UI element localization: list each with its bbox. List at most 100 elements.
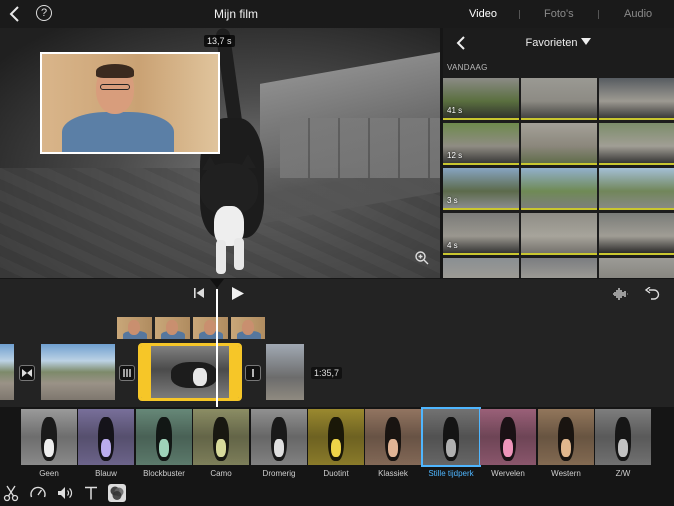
playhead-timecode: 13,7 s: [204, 35, 235, 47]
media-thumbnail[interactable]: [599, 123, 674, 165]
favorite-bar: [443, 118, 519, 120]
filter-option[interactable]: Klassiek: [365, 409, 421, 481]
zoom-icon[interactable]: [414, 250, 430, 266]
album-title: Favorieten: [525, 37, 578, 49]
filter-preview: [193, 409, 249, 465]
clip-thumbnail[interactable]: [0, 344, 14, 400]
filter-preview: [21, 409, 77, 465]
selected-clip[interactable]: [138, 343, 242, 401]
favorite-bar: [521, 208, 597, 210]
top-bar: ? Mijn film Video Foto's Audio: [0, 0, 674, 28]
section-header: VANDAAG: [447, 63, 488, 72]
pip-person-shirt: [62, 112, 174, 152]
transition-icon: [22, 369, 32, 377]
filter-option[interactable]: Western: [538, 409, 594, 481]
media-thumbnail[interactable]: [521, 168, 597, 210]
favorite-bar: [599, 163, 674, 165]
favorite-bar: [521, 163, 597, 165]
clip-cat-chest: [193, 368, 207, 386]
thumbnail-duration: 3 s: [447, 196, 458, 205]
pip-frame: [155, 317, 190, 339]
media-thumbnail[interactable]: [443, 258, 519, 278]
trim-handle-right[interactable]: [229, 346, 239, 398]
filter-preview: [421, 407, 481, 467]
media-tabs: Video Foto's Audio: [444, 0, 674, 28]
playhead-marker[interactable]: [210, 279, 224, 288]
project-duration: 1:35,7: [311, 367, 343, 379]
timeline-controls: [0, 279, 674, 305]
pip-person-glasses: [100, 84, 130, 90]
transition-icon: [123, 369, 131, 377]
album-dropdown[interactable]: Favorieten: [443, 37, 674, 49]
viewer-wall-bricks: [280, 118, 440, 178]
filter-option[interactable]: Geen: [21, 409, 77, 481]
filter-option[interactable]: Z/W: [595, 409, 651, 481]
tab-video[interactable]: Video: [469, 8, 497, 20]
video-viewer[interactable]: 13,7 s: [0, 28, 440, 278]
play-icon[interactable]: [231, 286, 245, 301]
media-thumbnail[interactable]: [599, 258, 674, 278]
filter-preview: [251, 409, 307, 465]
filter-preview: [595, 409, 651, 465]
thumbnail-duration: 41 s: [447, 106, 463, 115]
volume-icon[interactable]: [56, 484, 74, 502]
thumbnail-duration: 4 s: [447, 241, 458, 250]
playhead-line: [216, 289, 218, 407]
title-text-icon[interactable]: [82, 484, 100, 502]
transition-button[interactable]: [19, 365, 35, 381]
filter-option[interactable]: Dromerig: [251, 409, 307, 481]
media-thumbnail[interactable]: [599, 213, 674, 255]
picture-in-picture-overlay[interactable]: [40, 52, 220, 154]
media-thumbnail[interactable]: [521, 213, 597, 255]
pip-clip-track[interactable]: [117, 317, 265, 339]
favorite-bar: [599, 208, 674, 210]
media-thumbnail[interactable]: 4 s: [443, 213, 519, 255]
tab-divider: [598, 10, 599, 19]
favorite-bar: [599, 118, 674, 120]
clip-thumbnail[interactable]: [266, 344, 304, 400]
clip-thumbnail[interactable]: [41, 344, 115, 400]
media-thumbnail[interactable]: 3 s: [443, 168, 519, 210]
media-thumbnail[interactable]: [521, 78, 597, 120]
media-thumbnail[interactable]: [599, 78, 674, 120]
filter-button[interactable]: [108, 484, 126, 502]
media-thumbnail[interactable]: [599, 168, 674, 210]
tab-audio[interactable]: Audio: [624, 8, 652, 20]
speed-icon[interactable]: [29, 484, 47, 502]
trim-handle-left[interactable]: [141, 346, 151, 398]
filter-option[interactable]: Camo: [193, 409, 249, 481]
filter-option[interactable]: Duotint: [308, 409, 364, 481]
media-thumbnail[interactable]: [521, 123, 597, 165]
cat-leg: [234, 238, 244, 270]
timeline[interactable]: 1:35,7: [0, 279, 674, 407]
skip-to-start-icon[interactable]: [193, 287, 205, 299]
scissors-icon[interactable]: [2, 484, 20, 502]
media-thumbnail[interactable]: 41 s: [443, 78, 519, 120]
media-thumbnail[interactable]: 12 s: [443, 123, 519, 165]
filter-option[interactable]: Blockbuster: [136, 409, 192, 481]
tab-photos[interactable]: Foto's: [544, 8, 574, 20]
filter-preview: [538, 409, 594, 465]
browser-header: Favorieten: [443, 28, 674, 58]
media-browser: Favorieten VANDAAG 41 s 12 s 3 s 4 s: [443, 28, 674, 278]
audio-waveform-icon[interactable]: [612, 287, 628, 301]
filter-option[interactable]: Stille tijdperk: [421, 407, 481, 481]
edit-toolbar: [0, 481, 674, 506]
transition-button[interactable]: [245, 365, 261, 381]
filter-preview: [480, 409, 536, 465]
filter-icon: [110, 486, 124, 500]
tab-divider: [519, 10, 520, 19]
undo-icon[interactable]: [644, 287, 660, 301]
cat-leg: [216, 240, 226, 274]
media-thumbnail[interactable]: [521, 258, 597, 278]
filter-option[interactable]: Wervelen: [480, 409, 536, 481]
transition-button[interactable]: [119, 365, 135, 381]
filter-option[interactable]: Blauw: [78, 409, 134, 481]
favorite-bar: [521, 253, 597, 255]
favorite-bar: [599, 253, 674, 255]
pip-person-hair: [96, 64, 134, 78]
dropdown-caret-icon: [581, 38, 592, 45]
filter-preview: [365, 409, 421, 465]
favorite-bar: [443, 253, 519, 255]
favorite-bar: [443, 208, 519, 210]
